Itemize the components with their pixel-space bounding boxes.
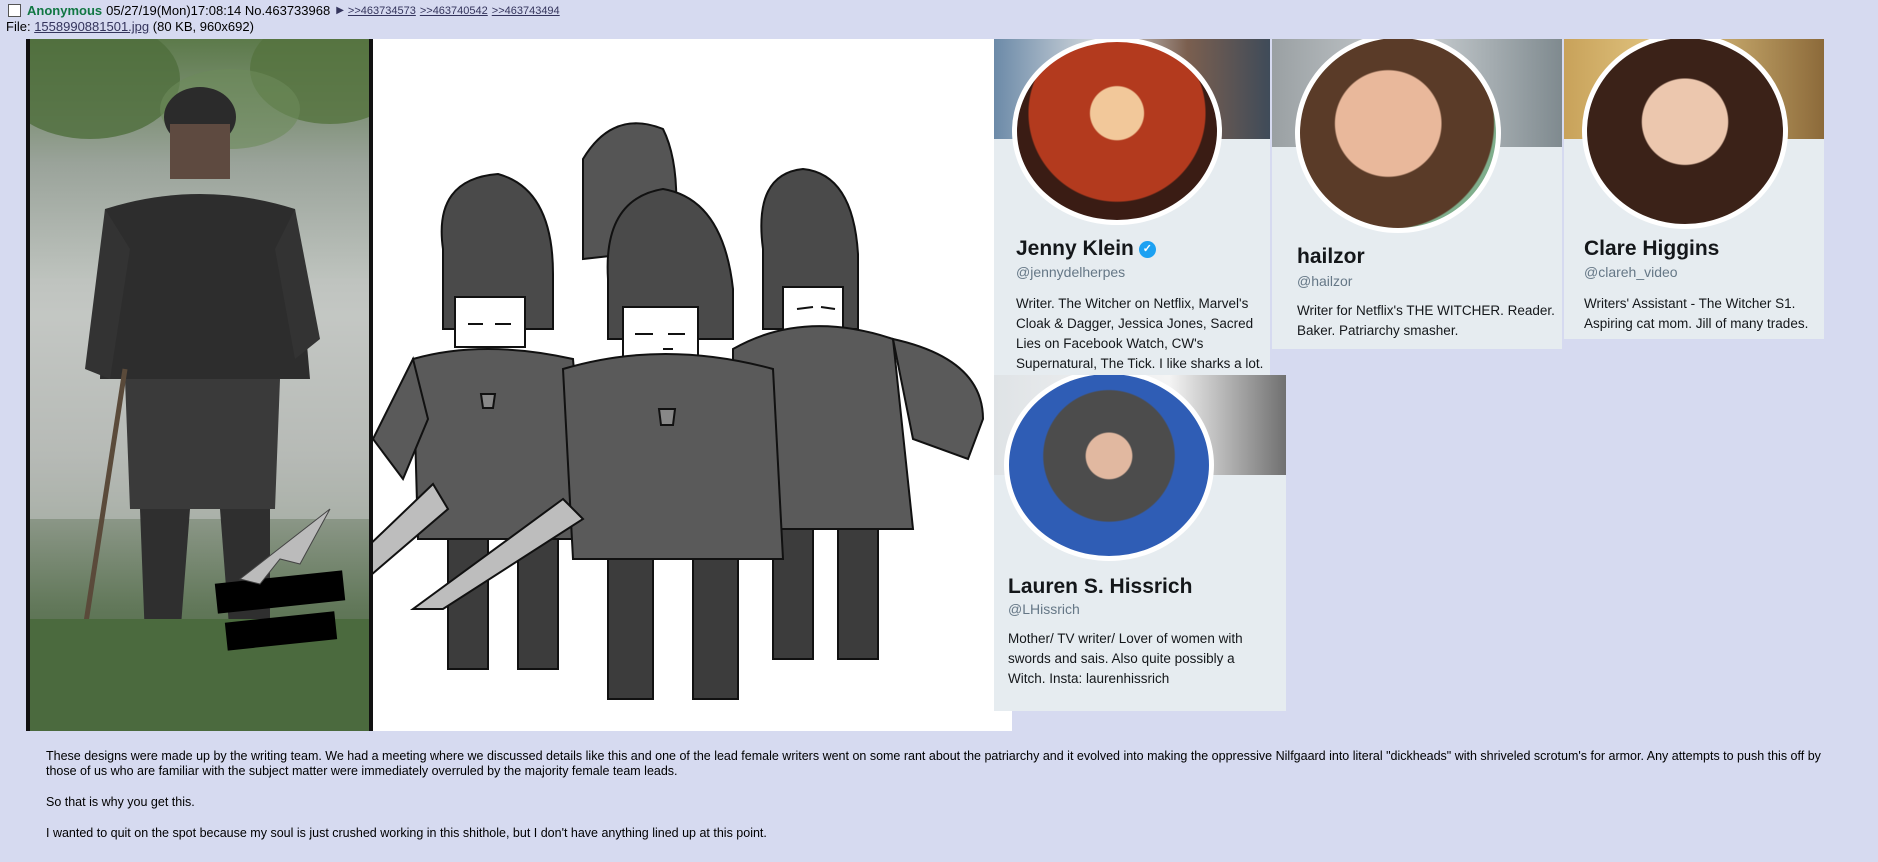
profile-card-hailzor[interactable]: hailzor @hailzor Writer for Netflix's TH… xyxy=(1272,39,1562,349)
file-meta: (80 KB, 960x692) xyxy=(152,19,254,34)
post-datetime: 05/27/19(Mon)17:08:14 xyxy=(106,3,242,18)
post-paragraph: So that is why you get this. xyxy=(46,795,195,809)
file-link[interactable]: 1558990881501.jpg xyxy=(34,19,149,34)
profile-avatar xyxy=(1295,39,1501,233)
post-paragraph: These designs were made up by the writin… xyxy=(46,749,1821,778)
profile-handle: @jennydelherpes xyxy=(1016,264,1126,280)
soldier-photo-image xyxy=(26,39,373,731)
profile-avatar xyxy=(1004,375,1214,561)
verified-badge-icon: ✓ xyxy=(1138,240,1156,258)
profile-card-clare-higgins[interactable]: Clare Higgins @clareh_video Writers' Ass… xyxy=(1564,39,1824,339)
post-menu-arrow-icon[interactable]: ▶ xyxy=(336,5,344,16)
profile-handle: @LHissrich xyxy=(1008,601,1080,617)
post-paragraph: I wanted to quit on the spot because my … xyxy=(46,826,767,840)
post-select-checkbox[interactable] xyxy=(8,4,21,17)
post-message: These designs were made up by the writin… xyxy=(46,749,1836,857)
profile-name: Clare Higgins xyxy=(1584,237,1720,260)
profile-avatar xyxy=(1012,39,1222,225)
post-number[interactable]: No.463733968 xyxy=(245,3,330,18)
profile-name: Lauren S. Hissrich xyxy=(1008,575,1193,598)
file-info: File: 1558990881501.jpg (80 KB, 960x692) xyxy=(6,19,254,34)
profile-handle: @clareh_video xyxy=(1584,264,1678,280)
backlink[interactable]: >>463743494 xyxy=(492,5,560,17)
comic-soldiers-image xyxy=(373,39,1012,731)
profile-handle: @hailzor xyxy=(1297,273,1353,289)
profile-bio: Writers' Assistant - The Witcher S1. Asp… xyxy=(1584,296,1809,331)
post-image[interactable]: Jenny Klein ✓ @jennydelherpes Writer. The… xyxy=(26,39,1824,731)
profile-bio: Mother/ TV writer/ Lover of women with s… xyxy=(1008,631,1243,686)
profile-avatar xyxy=(1582,39,1788,229)
profile-bio: Writer. The Witcher on Netflix, Marvel's… xyxy=(1016,296,1264,371)
profile-name: Jenny Klein ✓ xyxy=(1016,237,1156,261)
profile-card-jenny-klein[interactable]: Jenny Klein ✓ @jennydelherpes Writer. The… xyxy=(994,39,1270,375)
post-header: Anonymous 05/27/19(Mon)17:08:14 No.46373… xyxy=(8,3,564,18)
profile-card-lauren-hissrich[interactable]: Lauren S. Hissrich @LHissrich Mother/ TV… xyxy=(994,375,1286,711)
poster-name: Anonymous xyxy=(27,3,103,18)
backlink[interactable]: >>463734573 xyxy=(348,5,416,17)
profile-name: hailzor xyxy=(1297,245,1365,268)
file-prefix: File: xyxy=(6,19,31,34)
backlink[interactable]: >>463740542 xyxy=(420,5,488,17)
profile-bio: Writer for Netflix's THE WITCHER. Reader… xyxy=(1297,303,1555,338)
